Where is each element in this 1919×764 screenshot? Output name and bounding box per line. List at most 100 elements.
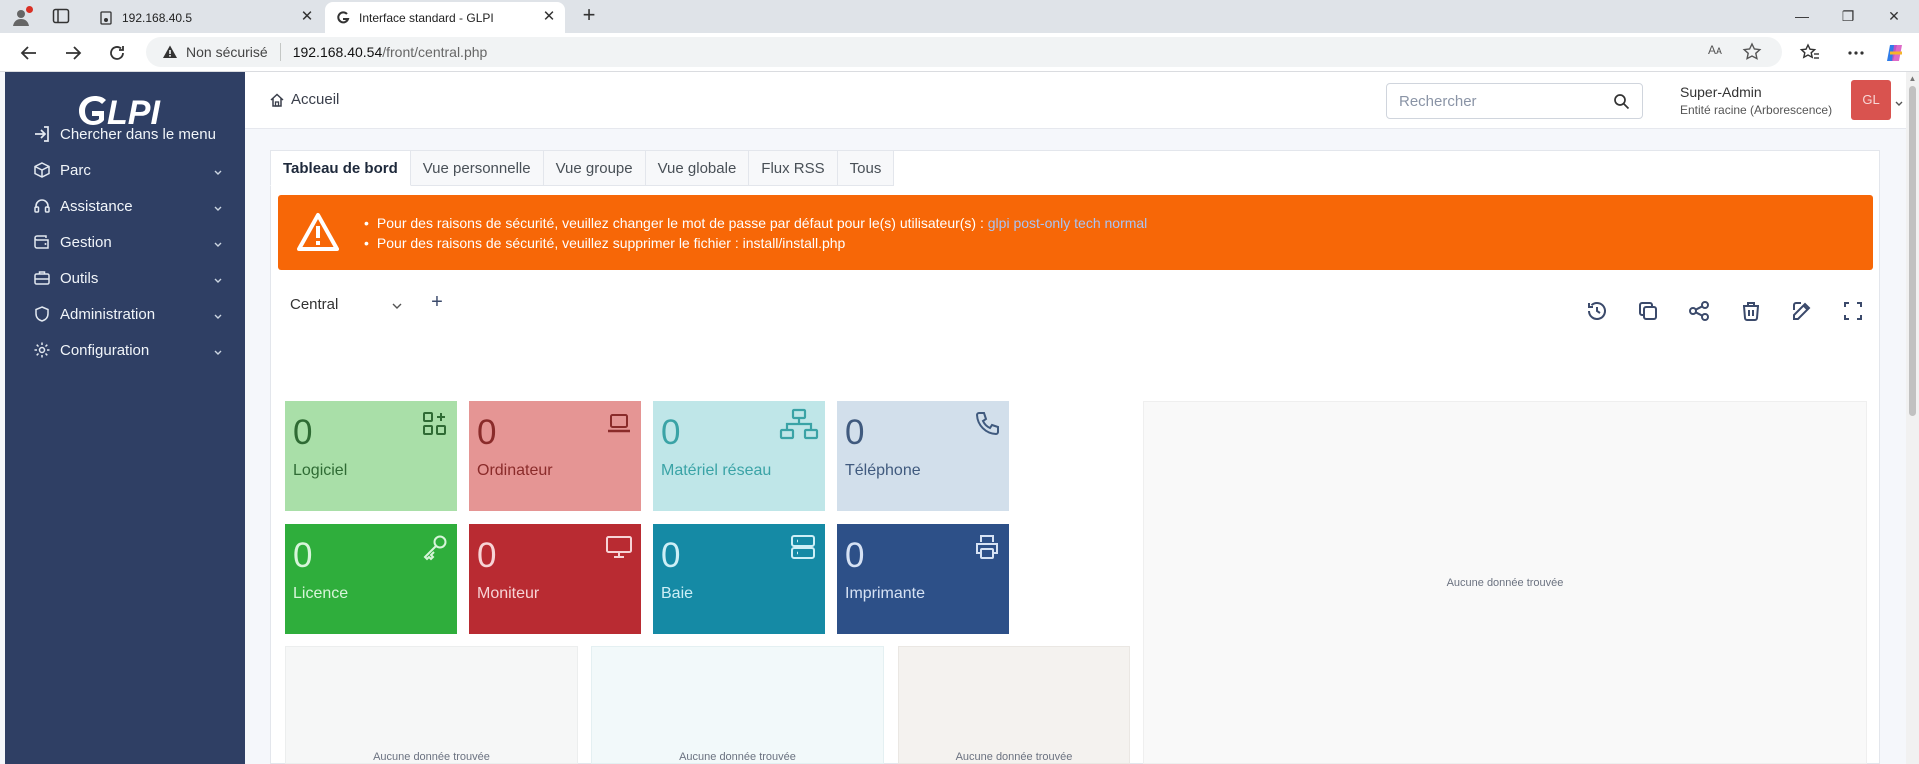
tile-count: 0 [661,413,681,452]
tile-label: Moniteur [477,585,540,602]
tile-label: Matériel réseau [661,462,772,479]
tile-logiciel[interactable]: 0 Logiciel [285,401,457,511]
tab-vue-globale[interactable]: Vue globale [645,150,750,186]
url-field[interactable]: Non sécurisé 192.168.40.54/front/central… [146,37,1782,67]
close-icon[interactable]: ✕ [541,9,557,25]
tile-imprimante[interactable]: 0 Imprimante [837,524,1009,634]
forward-icon[interactable] [61,41,85,65]
sidebar-item-assistance[interactable]: Assistance [5,188,245,224]
monitor-icon [605,533,633,561]
avatar[interactable]: GL [1851,80,1891,120]
phone-icon [973,410,1001,438]
tab-actions-icon[interactable] [52,7,70,25]
no-data-text: Aucune donnée trouvée [955,751,1073,763]
sidebar-item-gestion[interactable]: Gestion [5,224,245,260]
close-icon[interactable]: ✕ [299,9,315,25]
chart-panel: Aucune donnée trouvée [591,646,884,764]
chevron-down-icon [213,237,223,247]
chevron-down-icon [213,345,223,355]
more-icon[interactable] [1845,42,1867,64]
tile-licence[interactable]: 0 Licence [285,524,457,634]
restore-button[interactable]: ❐ [1828,5,1868,27]
warning-icon[interactable] [162,44,178,60]
warning-icon [297,212,339,252]
tile-telephone[interactable]: 0 Téléphone [837,401,1009,511]
sidebar-item-configuration[interactable]: Configuration [5,332,245,368]
add-dashboard-button[interactable]: + [427,292,447,312]
tile-count: 0 [477,413,497,452]
tile-ordinateur[interactable]: 0 Ordinateur [469,401,641,511]
tab-vue-groupe[interactable]: Vue groupe [543,150,646,186]
tile-materiel-reseau[interactable]: 0 Matériel réseau [653,401,825,511]
browser-tab-2[interactable]: Interface standard - GLPI ✕ [325,2,565,33]
sidebar-item-label: Parc [60,161,91,179]
dashboard-select[interactable]: Central [283,288,413,320]
tile-count: 0 [293,536,313,575]
history-icon[interactable] [1585,299,1609,323]
headset-icon [33,197,51,215]
url-host: 192.168.40.54 [292,44,383,60]
dashboard-select-value: Central [290,295,339,313]
back-icon[interactable] [17,41,41,65]
edit-icon[interactable] [1790,299,1814,323]
chart-panel-large: Aucune donnée trouvée [1143,401,1867,764]
favorites-icon[interactable] [1799,42,1821,64]
tab-tableau-de-bord[interactable]: Tableau de bord [270,150,411,186]
profile-icon[interactable] [10,6,33,28]
tile-baie[interactable]: 0 Baie [653,524,825,634]
user-menu[interactable]: Super-Admin Entité racine (Arborescence) [1680,84,1832,117]
read-aloud-icon[interactable]: Aᴀ [1708,43,1726,61]
chevron-down-icon [213,309,223,319]
close-window-button[interactable]: ✕ [1874,5,1914,27]
browser-tabstrip: 192.168.40.5 ✕ Interface standard - GLPI… [0,0,1919,33]
tile-label: Imprimante [845,585,926,602]
default-password-users-link[interactable]: glpi post-only tech normal [988,215,1148,231]
share-icon[interactable] [1687,299,1711,323]
printer-icon [973,533,1001,561]
top-header: Accueil Super-Admin Entité racine (Arbor… [245,72,1919,129]
scrollbar-thumb[interactable] [1909,86,1916,416]
sidebar-item-administration[interactable]: Administration [5,296,245,332]
sidebar-item-label: Administration [60,305,156,323]
user-entity: Entité racine (Arborescence) [1680,103,1833,117]
reload-icon[interactable] [105,41,129,65]
sidebar: LPI Chercher dans le menu Parc Assistanc… [5,72,245,764]
tile-label: Ordinateur [477,462,553,479]
new-tab-button[interactable]: + [577,4,601,28]
tile-label: Logiciel [293,462,348,479]
sidebar-item-search-menu[interactable]: Chercher dans le menu [5,116,245,152]
chevron-down-icon[interactable] [1894,96,1904,106]
sidebar-item-label: Gestion [60,233,112,251]
trash-icon[interactable] [1739,299,1763,323]
tile-moniteur[interactable]: 0 Moniteur [469,524,641,634]
clone-icon[interactable] [1636,299,1660,323]
sign-in-icon [33,125,51,143]
tab-flux-rss[interactable]: Flux RSS [749,150,838,186]
scroll-up-icon[interactable]: ▲ [1908,74,1917,83]
sidebar-item-label: Assistance [60,197,133,215]
apps-icon [421,410,449,438]
notification-dot [26,6,33,13]
breadcrumb[interactable]: Accueil [269,91,339,108]
tile-count: 0 [661,536,681,575]
page-scrollbar[interactable]: ▲ [1906,72,1919,764]
tab-tous[interactable]: Tous [837,150,895,186]
network-icon [779,408,819,440]
chart-panel: Aucune donnée trouvée [285,646,578,764]
search-input[interactable] [1399,92,1599,110]
browser-tab-1[interactable]: 192.168.40.5 ✕ [88,2,323,33]
tab-vue-personnelle[interactable]: Vue personnelle [410,150,544,186]
sidebar-item-label: Chercher dans le menu [60,125,216,143]
url-path: /front/central.php [382,44,488,60]
favorite-star-icon[interactable] [1742,42,1762,62]
sidebar-item-parc[interactable]: Parc [5,152,245,188]
sidebar-item-outils[interactable]: Outils [5,260,245,296]
minimize-button[interactable]: — [1782,5,1822,27]
search-icon[interactable] [1613,93,1630,110]
fullscreen-icon[interactable] [1841,299,1865,323]
url-divider [279,43,281,61]
copilot-icon[interactable] [1884,42,1906,64]
security-alert: Pour des raisons de sécurité, veuillez c… [278,195,1873,270]
global-search[interactable] [1386,83,1643,119]
chevron-down-icon [213,273,223,283]
